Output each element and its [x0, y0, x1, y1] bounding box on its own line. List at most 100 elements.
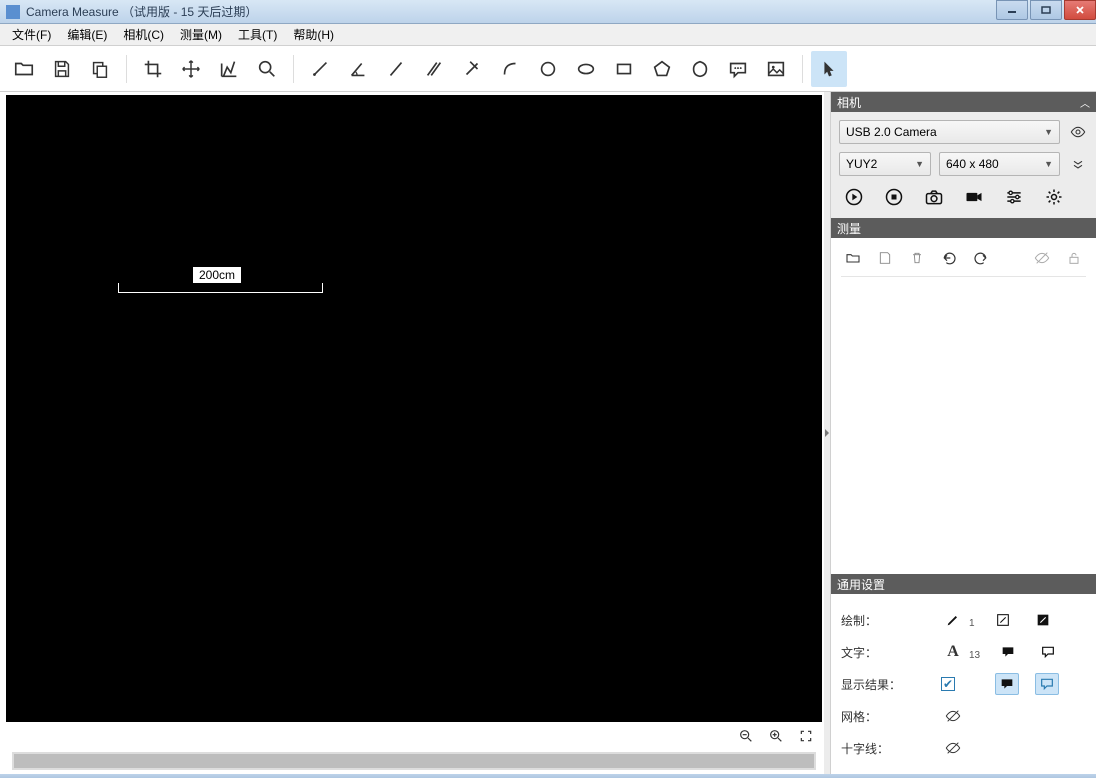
snapshot-button[interactable] — [921, 184, 947, 210]
ellipse-tool[interactable] — [568, 51, 604, 87]
settings-row-grid: 网格： — [841, 700, 1086, 732]
measure-panel-header[interactable]: 测量 — [831, 218, 1096, 238]
polygon-tool[interactable] — [682, 51, 718, 87]
annotation-tool[interactable] — [720, 51, 756, 87]
horizontal-scrollbar[interactable] — [12, 752, 816, 770]
zoom-in-button[interactable] — [766, 726, 786, 746]
menu-file[interactable]: 文件(F) — [4, 24, 59, 45]
pentagon-tool[interactable] — [644, 51, 680, 87]
settings-panel-title: 通用设置 — [837, 576, 885, 593]
camera-format-select[interactable]: YUY2▼ — [839, 152, 931, 176]
settings-row-text: 文字： A 13 — [841, 636, 1086, 668]
text-font-button[interactable]: A — [941, 641, 965, 663]
grid-label: 网格： — [841, 708, 921, 725]
draw-pen-button[interactable] — [941, 609, 965, 631]
text-bubble-fill-button[interactable] — [996, 641, 1020, 663]
measurement-label: 200cm — [192, 266, 242, 284]
play-button[interactable] — [841, 184, 867, 210]
settings-panel-header[interactable]: 通用设置 — [831, 574, 1096, 594]
window-bottom-border — [0, 774, 1096, 778]
stop-button[interactable] — [881, 184, 907, 210]
settings-button[interactable] — [1041, 184, 1067, 210]
camera-device-select[interactable]: USB 2.0 Camera▼ — [839, 120, 1060, 144]
crop-button[interactable] — [135, 51, 171, 87]
draw-edit-button[interactable] — [991, 609, 1015, 631]
minimize-button[interactable] — [996, 0, 1028, 20]
image-tool[interactable] — [758, 51, 794, 87]
measure-open-button[interactable] — [843, 248, 863, 268]
measure-visibility-button[interactable] — [1032, 248, 1052, 268]
draw-fill-button[interactable] — [1031, 609, 1055, 631]
crosshair-visibility-button[interactable] — [941, 737, 965, 759]
adjust-button[interactable] — [1001, 184, 1027, 210]
record-button[interactable] — [961, 184, 987, 210]
maximize-button[interactable] — [1030, 0, 1062, 20]
pointer-tool[interactable] — [811, 51, 847, 87]
canvas[interactable]: 200cm — [6, 95, 822, 722]
preview-icon[interactable] — [1068, 122, 1088, 142]
camera-resolution-select[interactable]: 640 x 480▼ — [939, 152, 1060, 176]
chevron-down-icon: ▼ — [1044, 127, 1053, 137]
rectangle-tool[interactable] — [606, 51, 642, 87]
chevron-down-icon: ▼ — [1044, 159, 1053, 169]
copy-button[interactable] — [82, 51, 118, 87]
text-label: 文字： — [841, 644, 921, 661]
text-bubble-outline-button[interactable] — [1036, 641, 1060, 663]
chevron-down-icon: ▼ — [915, 159, 924, 169]
result-bubble-outline-button[interactable] — [1035, 673, 1059, 695]
camera-panel-header[interactable]: 相机 ︿ — [831, 92, 1096, 112]
result-bubble-fill-button[interactable] — [995, 673, 1019, 695]
result-checkbox[interactable]: ✔ — [941, 677, 955, 691]
zoom-button[interactable] — [249, 51, 285, 87]
measure-list[interactable] — [841, 277, 1086, 499]
move-button[interactable] — [173, 51, 209, 87]
line-tool[interactable] — [302, 51, 338, 87]
scrollbar-thumb[interactable] — [14, 754, 814, 768]
angle-tool[interactable] — [340, 51, 376, 87]
toolbar — [0, 46, 1096, 92]
canvas-controls — [6, 722, 822, 750]
menu-measure[interactable]: 测量(M) — [172, 24, 230, 45]
expand-down-icon[interactable] — [1068, 154, 1088, 174]
grid-visibility-button[interactable] — [941, 705, 965, 727]
settings-panel-body: 绘制： 1 文字： A 13 — [831, 594, 1096, 774]
crosshair-label: 十字线： — [841, 740, 921, 757]
menu-edit[interactable]: 编辑(E) — [59, 24, 115, 45]
single-line-tool[interactable] — [378, 51, 414, 87]
chevron-up-icon: ︿ — [1080, 95, 1090, 110]
parallel-lines-tool[interactable] — [416, 51, 452, 87]
measure-lock-button[interactable] — [1064, 248, 1084, 268]
fullscreen-button[interactable] — [796, 726, 816, 746]
camera-panel-body: USB 2.0 Camera▼ YUY2▼ 640 x 480▼ — [831, 112, 1096, 218]
result-label: 显示结果： — [841, 676, 921, 693]
measure-redo-button[interactable] — [971, 248, 991, 268]
menubar: 文件(F) 编辑(E) 相机(C) 测量(M) 工具(T) 帮助(H) — [0, 24, 1096, 46]
perpendicular-tool[interactable] — [454, 51, 490, 87]
close-button[interactable] — [1064, 0, 1096, 20]
menu-help[interactable]: 帮助(H) — [285, 24, 342, 45]
toolbar-separator — [126, 55, 127, 83]
text-size-value: 13 — [969, 650, 980, 661]
measure-panel-title: 测量 — [837, 220, 861, 237]
histogram-button[interactable] — [211, 51, 247, 87]
settings-row-draw: 绘制： 1 — [841, 604, 1086, 636]
menu-tools[interactable]: 工具(T) — [230, 24, 285, 45]
camera-panel: 相机 ︿ USB 2.0 Camera▼ YUY2▼ 640 x 480▼ — [831, 92, 1096, 218]
toolbar-separator — [293, 55, 294, 83]
measurement-bar — [118, 292, 323, 293]
menu-camera[interactable]: 相机(C) — [115, 24, 172, 45]
sidepanel: 相机 ︿ USB 2.0 Camera▼ YUY2▼ 640 x 480▼ — [830, 92, 1096, 774]
titlebar: Camera Measure （试用版 - 15 天后过期） — [0, 0, 1096, 24]
app-icon — [6, 5, 20, 19]
measure-undo-button[interactable] — [939, 248, 959, 268]
arc-tool[interactable] — [492, 51, 528, 87]
measurement-line[interactable] — [118, 283, 323, 293]
window-controls — [996, 0, 1096, 23]
zoom-out-button[interactable] — [736, 726, 756, 746]
circle-tool[interactable] — [530, 51, 566, 87]
measure-delete-button[interactable] — [907, 248, 927, 268]
save-button[interactable] — [44, 51, 80, 87]
open-button[interactable] — [6, 51, 42, 87]
toolbar-separator — [802, 55, 803, 83]
measure-save-button[interactable] — [875, 248, 895, 268]
